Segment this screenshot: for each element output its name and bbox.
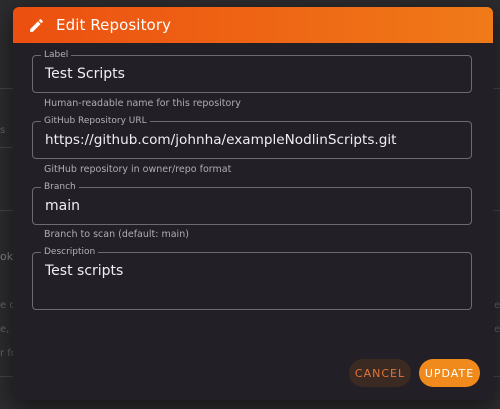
dialog-header: Edit Repository <box>13 7 493 43</box>
dialog-title: Edit Repository <box>56 16 172 34</box>
repository-url-field-label: GitHub Repository URL <box>41 115 150 127</box>
description-field-value: Test scripts <box>45 263 124 279</box>
label-field-label: Label <box>41 49 72 61</box>
repository-url-field-value: https://github.com/johnha/exampleNodlinS… <box>45 132 397 148</box>
description-field-label: Description <box>41 246 99 258</box>
description-field[interactable]: Description Test scripts <box>32 246 472 310</box>
label-field-value: Test Scripts <box>45 66 125 82</box>
label-field[interactable]: Label Test Scripts <box>32 49 472 93</box>
branch-helper-text: Branch to scan (default: main) <box>44 229 189 240</box>
label-helper-text: Human-readable name for this repository <box>44 98 241 109</box>
repository-url-field[interactable]: GitHub Repository URL https://github.com… <box>32 115 472 159</box>
repository-url-helper-text: GitHub repository in owner/repo format <box>44 164 232 175</box>
branch-field-value: main <box>45 198 80 214</box>
branch-field[interactable]: Branch main <box>32 181 472 225</box>
edit-repository-dialog: Edit Repository Label Test Scripts Human… <box>13 7 493 400</box>
cancel-button[interactable]: CANCEL <box>349 359 411 387</box>
update-button[interactable]: UPDATE <box>419 359 480 387</box>
pencil-icon <box>27 16 45 34</box>
branch-field-label: Branch <box>41 181 79 193</box>
